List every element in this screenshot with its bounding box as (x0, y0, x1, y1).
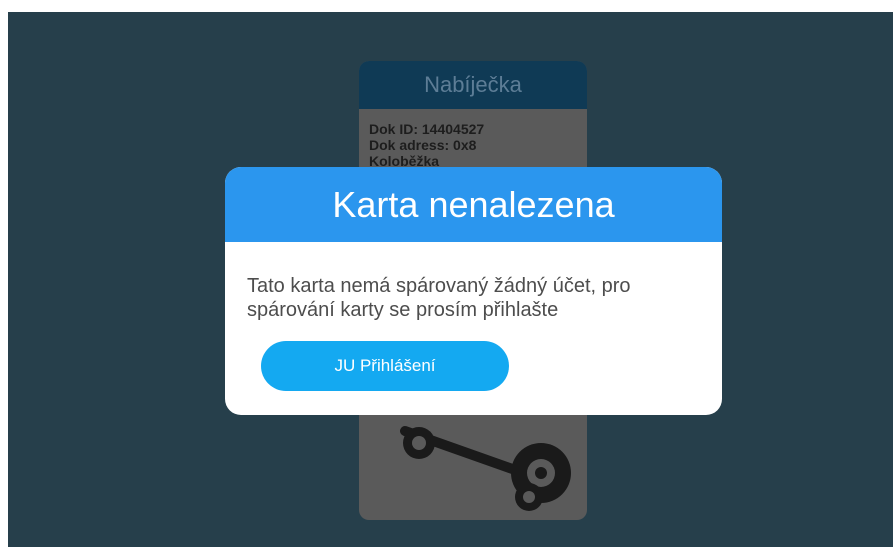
app-screen: Nabíječka Dok ID: 14404527 Dok adress: 0… (8, 12, 893, 547)
dialog-message: Tato karta nemá spárovaný žádný účet, pr… (247, 274, 707, 322)
card-not-found-dialog: Karta nenalezena Tato karta nemá spárova… (225, 167, 722, 415)
dock-card-title: Nabíječka (359, 61, 587, 109)
dock-address-text: Dok adress: 0x8 (369, 137, 477, 153)
dialog-message-line-1: Tato karta nemá spárovaný žádný účet, pr… (247, 275, 631, 297)
ju-login-button[interactable]: JU Přihlášení (261, 341, 509, 391)
dialog-message-line-2: spárování karty se prosím přihlašte (247, 299, 559, 321)
dialog-title: Karta nenalezena (225, 167, 722, 242)
dock-card-details: Dok ID: 14404527 Dok adress: 0x8 Koloběž… (359, 109, 587, 169)
dock-id-text: Dok ID: 14404527 (369, 121, 485, 137)
